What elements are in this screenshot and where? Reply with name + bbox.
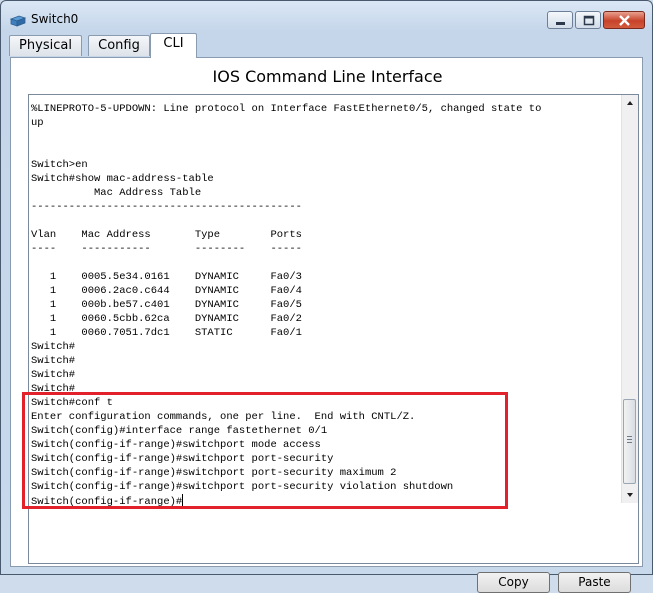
console-line: up bbox=[31, 117, 44, 129]
console-line: 1 0060.5cbb.62ca DYNAMIC Fa0/2 bbox=[31, 313, 302, 325]
maximize-button[interactable] bbox=[575, 11, 601, 29]
console-line: Switch(config-if-range)#switchport port-… bbox=[31, 467, 397, 479]
text-cursor bbox=[182, 494, 184, 506]
tab-bar: Physical Config CLI bbox=[9, 33, 649, 58]
maximize-icon bbox=[583, 15, 595, 26]
arrow-down-icon bbox=[627, 493, 633, 497]
console-line: Switch#conf t bbox=[31, 397, 113, 409]
console-line: Switch(config)#interface range fastether… bbox=[31, 425, 328, 437]
grip-icon bbox=[627, 436, 632, 443]
tab-config[interactable]: Config bbox=[88, 35, 150, 56]
console-scrollbar[interactable] bbox=[621, 95, 638, 503]
window-title: Switch0 bbox=[31, 12, 79, 26]
console-line: Switch(config-if-range)# bbox=[31, 494, 184, 508]
scroll-down-arrow[interactable] bbox=[622, 487, 638, 503]
title-bar[interactable]: Switch0 bbox=[1, 1, 652, 31]
console-line: Enter configuration commands, one per li… bbox=[31, 411, 416, 423]
console-line: %LINEPROTO-5-UPDOWN: Line protocol on In… bbox=[31, 103, 542, 115]
cli-panel: IOS Command Line Interface %LINEPROTO-5-… bbox=[10, 57, 643, 593]
cli-heading: IOS Command Line Interface bbox=[212, 67, 443, 86]
tab-physical[interactable]: Physical bbox=[9, 35, 82, 56]
console-line: Switch# bbox=[31, 341, 76, 353]
close-button[interactable] bbox=[603, 11, 645, 29]
console-output[interactable]: %LINEPROTO-5-UPDOWN: Line protocol on In… bbox=[31, 102, 616, 508]
console-line: Switch(config-if-range)#switchport port-… bbox=[31, 453, 334, 465]
console-line: Switch# bbox=[31, 355, 76, 367]
console-line: Switch(config-if-range)#switchport mode … bbox=[31, 439, 321, 451]
console-line: 1 0005.5e34.0161 DYNAMIC Fa0/3 bbox=[31, 271, 302, 283]
console-line: ----------------------------------------… bbox=[31, 201, 302, 213]
minimize-icon bbox=[556, 22, 565, 25]
switch-window: Switch0 Physical Config CLI IOS Command … bbox=[0, 0, 653, 593]
console-line: Vlan Mac Address Type Ports bbox=[31, 229, 302, 241]
console-line: Switch# bbox=[31, 383, 76, 395]
scroll-thumb[interactable] bbox=[623, 399, 636, 484]
cli-console[interactable]: %LINEPROTO-5-UPDOWN: Line protocol on In… bbox=[28, 94, 639, 564]
console-line: 1 000b.be57.c401 DYNAMIC Fa0/5 bbox=[31, 299, 302, 311]
console-line: Switch#show mac-address-table bbox=[31, 173, 214, 185]
console-line: 1 0006.2ac0.c644 DYNAMIC Fa0/4 bbox=[31, 285, 302, 297]
close-icon bbox=[619, 15, 630, 26]
copy-button[interactable]: Copy bbox=[477, 572, 550, 593]
console-line: Switch# bbox=[31, 369, 76, 381]
console-line: ---- ----------- -------- ----- bbox=[31, 243, 302, 255]
minimize-button[interactable] bbox=[547, 11, 573, 29]
arrow-up-icon bbox=[627, 101, 633, 105]
tab-cli[interactable]: CLI bbox=[150, 33, 197, 58]
console-line: Mac Address Table bbox=[31, 187, 202, 199]
switch-icon bbox=[9, 12, 27, 27]
console-line: Switch(config-if-range)#switchport port-… bbox=[31, 481, 454, 493]
console-line: 1 0060.7051.7dc1 STATIC Fa0/1 bbox=[31, 327, 302, 339]
console-line: Switch>en bbox=[31, 159, 88, 171]
scroll-up-arrow[interactable] bbox=[622, 95, 638, 111]
paste-button[interactable]: Paste bbox=[558, 572, 631, 593]
